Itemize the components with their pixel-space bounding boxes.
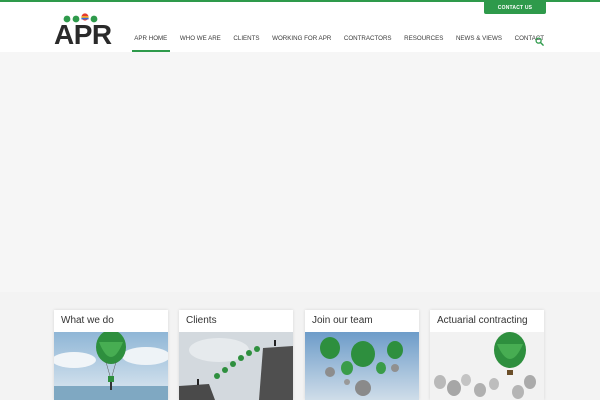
card-what-we-do[interactable]: What we do bbox=[54, 310, 168, 400]
main-nav: APR HOME WHO WE ARE CLIENTS WORKING FOR … bbox=[128, 32, 550, 52]
nav-working-for-apr[interactable]: WORKING FOR APR bbox=[266, 32, 338, 52]
nav-clients[interactable]: CLIENTS bbox=[227, 32, 266, 52]
card-title: What we do bbox=[61, 315, 114, 326]
apr-logo[interactable]: APR bbox=[54, 9, 114, 49]
search-icon[interactable] bbox=[535, 37, 544, 46]
nav-news-views[interactable]: NEWS & VIEWS bbox=[450, 32, 509, 52]
card-actuarial-contracting[interactable]: Actuarial contracting bbox=[430, 310, 544, 400]
cliff-bridge-balloons-image bbox=[179, 332, 293, 400]
brand-text: APR bbox=[54, 19, 112, 50]
hero-banner bbox=[0, 52, 600, 292]
card-clients[interactable]: Clients bbox=[179, 310, 293, 400]
green-balloon-grey-balloons-image bbox=[430, 332, 544, 400]
card-title: Clients bbox=[186, 315, 217, 326]
nav-resources[interactable]: RESOURCES bbox=[398, 32, 450, 52]
balloon-lifting-person-image bbox=[54, 332, 168, 400]
nav-contractors[interactable]: CONTRACTORS bbox=[338, 32, 398, 52]
card-title: Join our team bbox=[312, 315, 373, 326]
card-join-our-team[interactable]: Join our team bbox=[305, 310, 419, 400]
site-header: CONTACT US APR APR HOME WHO WE ARE CLIEN… bbox=[0, 2, 600, 52]
nav-who-we-are[interactable]: WHO WE ARE bbox=[174, 32, 228, 52]
nav-apr-home[interactable]: APR HOME bbox=[128, 32, 174, 52]
balloons-gears-image bbox=[305, 332, 419, 400]
contact-us-button[interactable]: CONTACT US bbox=[484, 2, 546, 14]
card-title: Actuarial contracting bbox=[437, 315, 528, 326]
nav-contact[interactable]: CONTACT bbox=[508, 32, 550, 52]
